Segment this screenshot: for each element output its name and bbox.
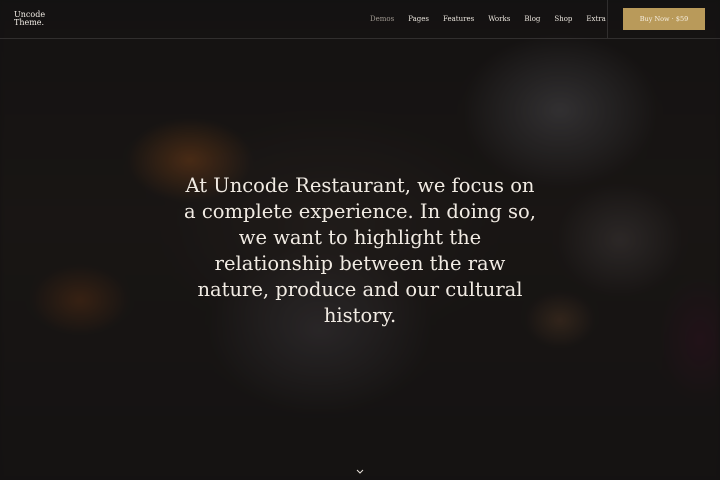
page: Uncode Theme. Demos Pages Features Works… xyxy=(0,0,720,480)
nav-item-features[interactable]: Features xyxy=(443,15,474,23)
nav-item-pages[interactable]: Pages xyxy=(408,15,429,23)
hero-statement: At Uncode Restaurant, we focus on a comp… xyxy=(184,174,536,327)
chevron-down-icon[interactable] xyxy=(354,462,366,474)
site-header: Uncode Theme. Demos Pages Features Works… xyxy=(0,0,720,39)
nav-item-blog[interactable]: Blog xyxy=(524,15,540,23)
nav-item-extra[interactable]: Extra xyxy=(586,15,605,23)
buy-now-button[interactable]: Buy Now · $59 xyxy=(623,8,705,30)
nav-item-shop[interactable]: Shop xyxy=(554,15,572,23)
header-divider xyxy=(607,0,608,38)
nav-item-demos[interactable]: Demos xyxy=(370,15,394,23)
site-logo[interactable]: Uncode Theme. xyxy=(14,11,54,27)
main-nav: Demos Pages Features Works Blog Shop Ext… xyxy=(370,0,620,38)
nav-item-works[interactable]: Works xyxy=(488,15,510,23)
